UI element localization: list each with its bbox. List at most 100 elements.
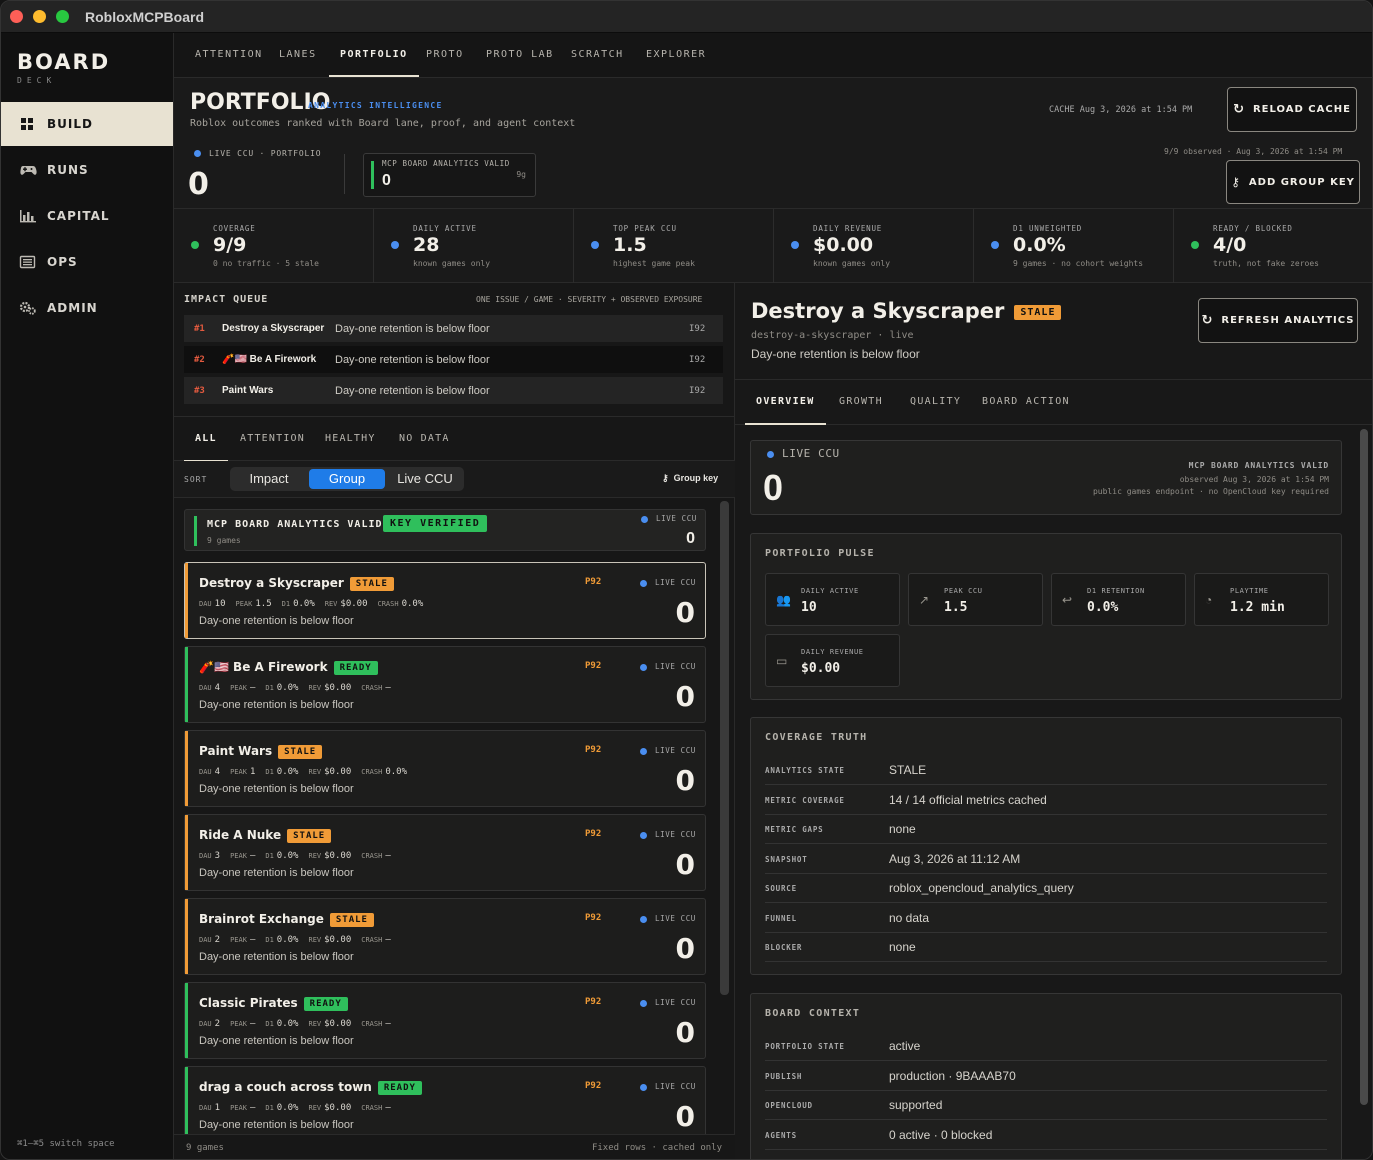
sidebar-item-admin[interactable]: ADMIN [1, 286, 173, 330]
tab-attention[interactable]: ATTENTION [195, 33, 263, 77]
group-card[interactable]: MCP BOARD ANALYTICS VALID KEY VERIFIED 9… [184, 509, 706, 551]
metric-value-d1: 0.0% [293, 599, 315, 609]
status-badge: STALE [1014, 305, 1062, 320]
stat-value: 9/9 [213, 234, 247, 256]
live-ccu-value: 0 [763, 467, 784, 508]
group-live-value: 0 [686, 530, 695, 547]
keyboard-shortcut-hint: ⌘1–⌘5 switch space [17, 1139, 115, 1149]
live-ccu-text: LIVE CCU [655, 830, 696, 839]
list-footer: 9 games Fixed rows · cached only [174, 1134, 735, 1159]
game-title: Destroy a Skyscraper STALE [199, 576, 394, 591]
sort-group-option[interactable]: Group [309, 469, 385, 489]
stats-row: COVERAGE 9/9 0 no traffic · 5 stale DAILY A… [174, 209, 1372, 283]
game-name: 🧨🇺🇸 Be A Firework [199, 660, 328, 674]
game-card[interactable]: Paint Wars STALE DAU 4 PEAK 1 D1 0.0% REV $0.00 CR… [184, 730, 706, 807]
pulse-tile: ▭ DAILY REVENUE $0.00 [765, 634, 900, 687]
tab-board-action[interactable]: BOARD ACTION [982, 380, 1070, 425]
sidebar-item-runs[interactable]: RUNS [1, 148, 173, 192]
live-ccu-label: LIVE CCU [767, 447, 840, 460]
tab-proto-lab[interactable]: PROTO LAB [486, 33, 554, 77]
game-metrics: DAU 10 PEAK 1.5 D1 0.0% REV $0.00 CRASH 0.0% [199, 599, 433, 609]
minimize-window-button[interactable] [33, 10, 46, 23]
group-live-text: LIVE CCU [656, 514, 697, 523]
add-group-key-button[interactable]: ⚷ ADD GROUP KEY [1226, 160, 1360, 204]
metric-value-crash: 0.0% [385, 767, 407, 777]
game-title: Ride A Nuke STALE [199, 828, 332, 843]
sort-live-ccu-option[interactable]: Live CCU [388, 469, 462, 489]
pulse-value: 0.0% [1087, 600, 1119, 615]
sidebar-item-capital[interactable]: CAPITAL [1, 194, 173, 238]
impact-game-name: Destroy a Skyscraper [222, 323, 325, 334]
metric-key: PEAK [230, 1104, 247, 1112]
metric-value-crash: — [385, 1103, 391, 1113]
metric-value-rev: $0.00 [324, 935, 352, 945]
tab-quality[interactable]: QUALITY [910, 380, 961, 425]
metric-key: REV [308, 684, 322, 692]
key-icon: ⚷ [1231, 175, 1241, 189]
metric-value-peak: — [249, 935, 256, 945]
tab-overview[interactable]: OVERVIEW [745, 380, 826, 425]
priority-score: P92 [585, 997, 602, 1007]
page-subtitle: Roblox outcomes ranked with Board lane, … [190, 118, 576, 129]
detail-scrollbar[interactable] [1360, 429, 1368, 1105]
filter-tab-all[interactable]: ALL [184, 417, 228, 462]
reload-cache-button[interactable]: ↻ RELOAD CACHE [1227, 87, 1357, 132]
sidebar-item-ops[interactable]: OPS [1, 240, 173, 284]
kv-key: AGENTS [765, 1130, 797, 1140]
live-ccu-value: 0 [675, 596, 695, 629]
metric-key: REV [308, 1020, 322, 1028]
stat-card: COVERAGE 9/9 0 no traffic · 5 stale [174, 209, 374, 283]
close-window-button[interactable] [10, 10, 23, 23]
impact-queue-row[interactable]: #2 🧨🇺🇸 Be A Firework Day-one retention is … [184, 346, 723, 373]
zoom-window-button[interactable] [56, 10, 69, 23]
tab-explorer[interactable]: EXPLORER [646, 33, 706, 77]
tab-proto[interactable]: PROTO [426, 33, 464, 77]
live-ccu-text: LIVE CCU [655, 998, 696, 1007]
brand-logo: BOARD [17, 50, 111, 74]
tab-growth[interactable]: GROWTH [839, 380, 883, 425]
sort-impact-option[interactable]: Impact [232, 469, 306, 489]
mcp-group-summary[interactable]: MCP BOARD ANALYTICS VALID 0 9g [363, 153, 536, 197]
game-card[interactable]: Destroy a Skyscraper STALE DAU 10 PEAK 1.5 D1 0… [184, 562, 706, 639]
list-scrollbar[interactable] [720, 501, 729, 995]
portfolio-pulse-title: PORTFOLIO PULSE [765, 548, 875, 559]
metric-value-dau: 4 [214, 767, 221, 777]
priority-score: P92 [585, 913, 602, 923]
game-card[interactable]: Classic Pirates READY DAU 2 PEAK — D1 0.0% REV $0… [184, 982, 706, 1059]
pulse-label: D1 RETENTION [1087, 587, 1145, 595]
impact-queue-row[interactable]: #3 Paint Wars Day-one retention is below f… [184, 377, 723, 404]
game-card[interactable]: Ride A Nuke STALE DAU 3 PEAK — D1 0.0% REV $0.00 C… [184, 814, 706, 891]
filter-tab-attention[interactable]: ATTENTION [240, 417, 305, 462]
tab-lanes[interactable]: LANES [279, 33, 317, 77]
refresh-analytics-button[interactable]: ↻ REFRESH ANALYTICS [1198, 298, 1358, 343]
status-bar [185, 647, 188, 722]
filter-tab-healthy[interactable]: HEALTHY [325, 417, 376, 462]
game-name: Classic Pirates [199, 996, 298, 1010]
tab-scratch[interactable]: SCRATCH [571, 33, 624, 77]
game-card[interactable]: drag a couch across town READY DAU 1 PEAK — D1… [184, 1066, 706, 1143]
game-card[interactable]: Brainrot Exchange STALE DAU 2 PEAK — D1 0.0% REV… [184, 898, 706, 975]
stat-card: TOP PEAK CCU 1.5 highest game peak [574, 209, 774, 283]
tab-portfolio[interactable]: PORTFOLIO [329, 33, 419, 77]
metric-key: PEAK [230, 768, 247, 776]
metric-key: DAU [199, 852, 212, 860]
group-key-button[interactable]: ⚷ Group key [662, 473, 718, 484]
game-card[interactable]: 🧨🇺🇸 Be A Firework READY DAU 4 PEAK — D1 0.0% REV… [184, 646, 706, 723]
window-title: RobloxMCPBoard [85, 9, 204, 25]
game-name: Paint Wars [199, 744, 273, 758]
status-dot-icon [991, 241, 999, 249]
kv-key: OPENCLOUD [765, 1101, 813, 1110]
metric-key: D1 [281, 600, 291, 608]
kv-value: production · 9BAAAB70 [889, 1068, 1016, 1083]
pulse-value: 1.5 [944, 600, 968, 615]
filter-tab-no-data[interactable]: NO DATA [399, 417, 450, 462]
sidebar-item-build[interactable]: BUILD [1, 102, 173, 146]
live-dot-icon [640, 579, 647, 587]
status-dot-icon [391, 241, 399, 249]
impact-queue-row[interactable]: #1 Destroy a Skyscraper Day-one retention … [184, 315, 723, 342]
impact-issue: Day-one retention is below floor [335, 353, 490, 366]
game-title: Brainrot Exchange STALE [199, 912, 374, 927]
status-dot-icon [591, 241, 599, 249]
live-dot-icon [767, 450, 774, 458]
metric-key: DAU [199, 936, 212, 944]
